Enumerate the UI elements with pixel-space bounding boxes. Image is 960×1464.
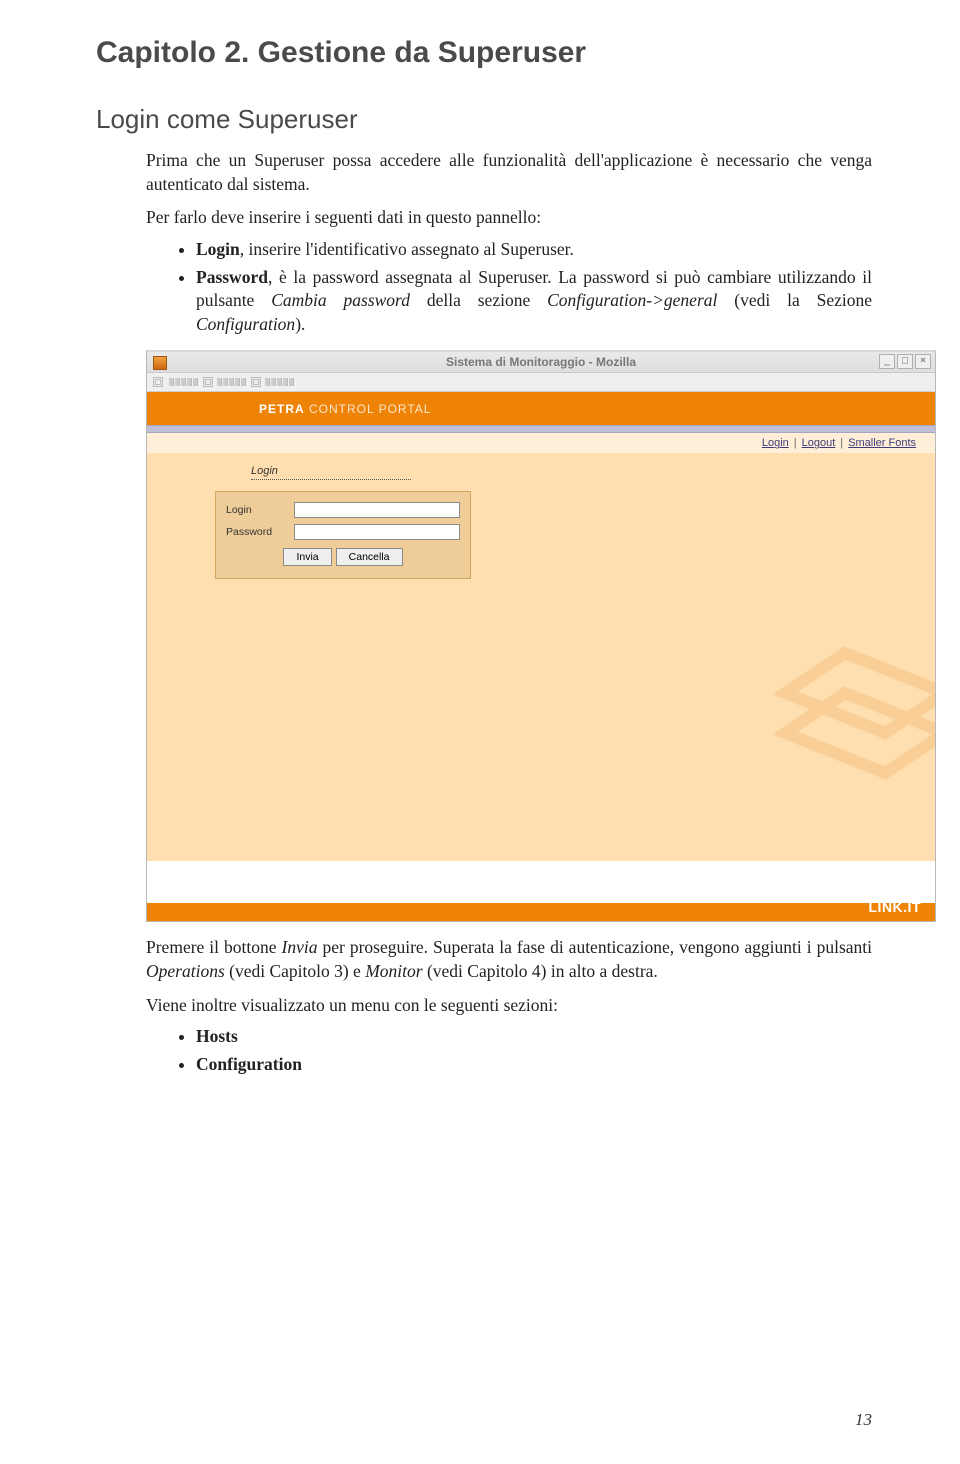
content-canvas: Login Login Password Invia Cancella: [147, 453, 935, 922]
browser-viewport: PETRA CONTROL PORTAL Login | Logout | Sm…: [147, 392, 935, 922]
bullet-text: (vedi la Sezione: [717, 290, 872, 310]
panel-fields-list: Login, inserire l'identificativo assegna…: [96, 238, 872, 337]
chapter-title: Capitolo 2. Gestione da Superuser: [96, 36, 872, 70]
window-buttons: _ □ ×: [879, 354, 931, 369]
footer-brand: LINK.IT: [869, 893, 922, 921]
nav-logout-link[interactable]: Logout: [802, 437, 836, 449]
intro-paragraph-2: Per farlo deve inserire i seguenti dati …: [96, 206, 872, 230]
bullet-text: ).: [295, 314, 305, 334]
list-item: Configuration: [196, 1053, 872, 1077]
submit-button[interactable]: Invia: [283, 548, 331, 566]
menu-sections-list: Hosts Configuration: [96, 1025, 872, 1076]
section-title: Login come Superuser: [96, 104, 872, 135]
password-input[interactable]: [294, 524, 460, 540]
top-nav: Login | Logout | Smaller Fonts: [147, 433, 935, 453]
login-label: Login: [226, 504, 294, 516]
page-number: 13: [855, 1410, 872, 1430]
bullet-em: Configuration->general: [547, 290, 717, 310]
app-window: Sistema di Monitoraggio - Mozilla _ □ × …: [146, 350, 936, 922]
list-item: Hosts: [196, 1025, 872, 1049]
bullet-text: della sezione: [410, 290, 547, 310]
footer-band: [147, 903, 935, 922]
minimize-icon[interactable]: _: [879, 354, 895, 369]
browser-toolbar: [147, 373, 935, 392]
decorative-graphic: [755, 633, 935, 793]
after-paragraph-2: Viene inoltre visualizzato un menu con l…: [96, 994, 872, 1018]
app-icon: [153, 356, 167, 370]
bullet-em: Configuration: [196, 314, 295, 334]
brand-logo: PETRA CONTROL PORTAL: [259, 402, 431, 416]
intro-paragraph-1: Prima che un Superuser possa accedere al…: [96, 149, 872, 196]
window-title: Sistema di Monitoraggio - Mozilla: [446, 355, 636, 369]
nav-separator: |: [794, 437, 797, 449]
bullet-label: Login: [196, 239, 240, 259]
nav-smaller-fonts-link[interactable]: Smaller Fonts: [848, 437, 916, 449]
bullet-text: , inserire l'identificativo assegnato al…: [240, 239, 574, 259]
bullet-label: Password: [196, 267, 268, 287]
bullet-em: Cambia password: [271, 290, 410, 310]
footer-white-band: [147, 861, 935, 903]
brand-banner: PETRA CONTROL PORTAL: [147, 392, 935, 425]
list-item: Password, è la password assegnata al Sup…: [196, 266, 872, 337]
nav-separator: |: [840, 437, 843, 449]
login-input[interactable]: [294, 502, 460, 518]
login-section-header: Login: [251, 465, 411, 480]
close-icon[interactable]: ×: [915, 354, 931, 369]
separator-bar: [147, 425, 935, 433]
maximize-icon[interactable]: □: [897, 354, 913, 369]
cancel-button[interactable]: Cancella: [336, 548, 403, 566]
login-panel: Login Password Invia Cancella: [215, 491, 471, 579]
nav-login-link[interactable]: Login: [762, 437, 789, 449]
list-item: Login, inserire l'identificativo assegna…: [196, 238, 872, 262]
password-label: Password: [226, 526, 294, 538]
after-paragraph-1: Premere il bottone Invia per proseguire.…: [96, 936, 872, 983]
window-titlebar: Sistema di Monitoraggio - Mozilla _ □ ×: [147, 352, 935, 373]
